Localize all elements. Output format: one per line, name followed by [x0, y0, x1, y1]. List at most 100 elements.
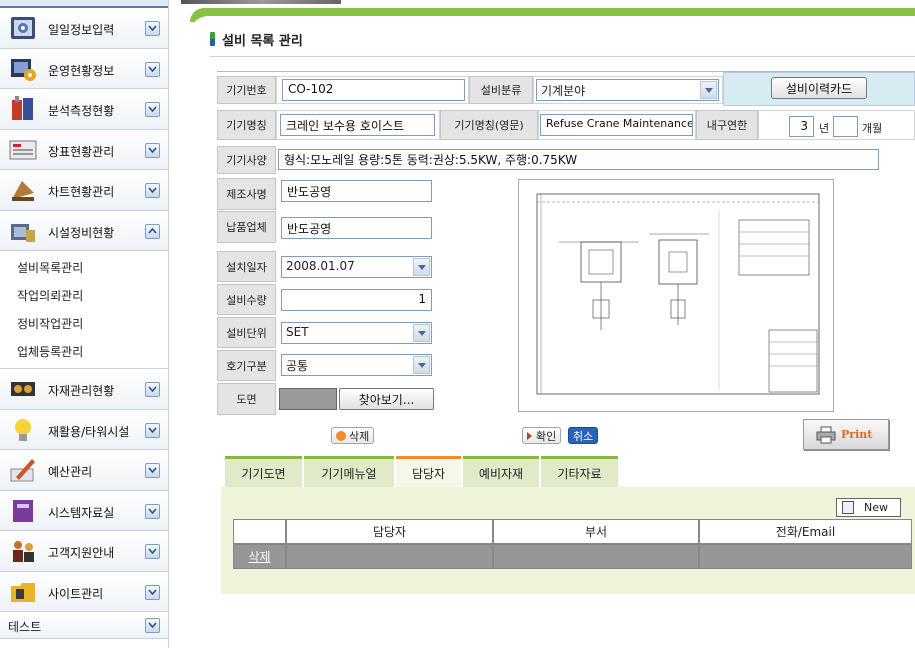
chevron-down-icon[interactable]	[145, 422, 160, 438]
sidebar-item-label: 장표현황관리	[48, 144, 115, 159]
month-unit: 개월	[862, 122, 883, 135]
chevron-down-icon[interactable]	[413, 324, 430, 342]
sidebar-item-reports[interactable]: 장표현황관리	[0, 129, 168, 170]
sidebar-item-label: 예산관리	[48, 465, 93, 479]
submenu-item-work-request[interactable]: 작업의뢰관리	[0, 284, 168, 312]
delete-button[interactable]: 삭제	[331, 427, 375, 444]
browse-button[interactable]: 찾아보기...	[339, 388, 434, 410]
sidebar-item-label: 시설정비현황	[48, 225, 115, 240]
contact-grid: 담당자 부서 전화/Email 삭제	[233, 519, 912, 569]
submenu-item-vendor[interactable]: 업체등록관리	[0, 340, 168, 368]
sidebar-item-site-admin[interactable]: 사이트관리	[0, 571, 168, 612]
print-button[interactable]: Print	[803, 419, 889, 450]
submenu-item-equipment-list[interactable]: 설비목록관리	[0, 256, 168, 284]
sidebar-item-operation-status[interactable]: 운영현황정보	[0, 48, 168, 89]
chevron-down-icon[interactable]	[413, 356, 430, 374]
quantity-label: 설비수량	[217, 284, 276, 315]
chevron-down-icon[interactable]	[145, 183, 160, 198]
tab-person-in-charge[interactable]: 담당자	[396, 456, 461, 487]
tab-equipment-manual[interactable]: 기기메뉴얼	[304, 456, 394, 487]
sidebar-item-test[interactable]: 테스트	[0, 612, 168, 639]
delete-circle-icon	[336, 430, 346, 441]
tab-equipment-drawing[interactable]: 기기도면	[225, 456, 302, 487]
chevron-down-icon[interactable]	[145, 102, 160, 117]
confirm-button[interactable]: 확인	[522, 427, 562, 444]
history-card-button[interactable]: 설비이력카드	[771, 77, 867, 99]
install-date-select[interactable]: 2008.01.07	[281, 256, 432, 278]
durability-years-input[interactable]: 3	[789, 116, 814, 137]
row-dept-cell	[493, 544, 699, 569]
new-button[interactable]: New	[836, 498, 901, 517]
sidebar-item-label: 테스트	[8, 620, 42, 634]
row-name-cell	[286, 544, 493, 569]
flask-icon	[8, 94, 38, 124]
tab-other-materials[interactable]: 기타자료	[541, 456, 618, 487]
sidebar-item-budget[interactable]: 예산관리	[0, 450, 168, 491]
equipment-no-input[interactable]: CO-102	[282, 79, 465, 101]
play-arrow-icon	[527, 431, 532, 440]
name-input[interactable]: 크레인 보수용 호이스트	[280, 114, 435, 136]
chevron-down-icon[interactable]	[145, 21, 160, 36]
chevron-down-icon[interactable]	[145, 618, 160, 633]
report-sheet-icon	[8, 135, 38, 165]
sidebar-item-recycling[interactable]: 재활용/타워시설	[0, 409, 168, 450]
name-en-input[interactable]: Refuse Crane Maintenance	[540, 114, 693, 136]
equipment-form: 기기번호 CO-102 설비분류 기계분야 설비이력카드 기기명칭 크레인 보수…	[217, 71, 915, 416]
people-icon	[8, 536, 38, 566]
spec-label: 기기사양	[217, 146, 276, 174]
supplier-label: 납품업체	[217, 211, 276, 243]
print-button-label: Print	[841, 428, 873, 441]
drawing-preview	[518, 179, 834, 412]
sidebar-item-label: 분석측정현황	[48, 104, 115, 118]
chevron-down-icon[interactable]	[145, 382, 160, 397]
quantity-input[interactable]: 1	[281, 289, 432, 311]
chevron-down-icon[interactable]	[145, 544, 160, 559]
category-select-value: 기계분야	[541, 84, 586, 98]
install-date-value: 2008.01.07	[286, 259, 355, 273]
type-select[interactable]: 공통	[281, 354, 432, 376]
chevron-down-icon[interactable]	[145, 142, 160, 158]
sidebar-item-system-archive[interactable]: 시스템자료실	[0, 490, 168, 531]
sidebar: 일일정보입력 운영현황정보 분석측정현황 장표현황관리 차트현황관리 시설정비현…	[0, 0, 169, 648]
sidebar-item-label: 시스템자료실	[48, 505, 115, 520]
sidebar-item-facility[interactable]: 시설정비현황	[0, 210, 168, 251]
row-delete-link[interactable]: 삭제	[248, 548, 270, 565]
sidebar-item-charts[interactable]: 차트현황관리	[0, 170, 168, 211]
sidebar-item-analysis[interactable]: 분석측정현황	[0, 89, 168, 130]
chevron-down-icon[interactable]	[145, 61, 160, 77]
chevron-down-icon[interactable]	[145, 503, 160, 519]
category-select[interactable]: 기계분야	[536, 79, 719, 101]
spec-input[interactable]: 형식:모노레일 용량:5톤 동력:권상:5.5KW, 주행:0.75KW	[278, 149, 879, 170]
facility-icon	[8, 216, 38, 246]
sidebar-item-label: 운영현황정보	[48, 63, 115, 78]
header-photo-strip	[181, 0, 341, 4]
sidebar-item-materials[interactable]: 자재관리현황	[0, 369, 168, 410]
unit-select[interactable]: SET	[281, 322, 432, 344]
submenu-item-maintenance[interactable]: 정비작업관리	[0, 312, 168, 340]
chevron-down-icon[interactable]	[413, 258, 430, 276]
maker-input[interactable]: 반도공영	[281, 180, 432, 202]
confirm-button-label: 확인	[536, 429, 557, 443]
chevron-down-icon[interactable]	[700, 81, 717, 99]
sidebar-item-label: 사이트관리	[48, 586, 104, 601]
table-row: 삭제	[233, 544, 286, 569]
unit-value: SET	[286, 325, 309, 339]
equipment-no-label: 기기번호	[217, 76, 276, 104]
row-contact-cell	[699, 544, 912, 569]
title-divider	[210, 56, 915, 57]
cancel-button[interactable]: 취소	[568, 427, 599, 444]
drawing-file-field[interactable]	[279, 388, 337, 410]
grid-header-contact: 전화/Email	[699, 519, 912, 544]
sidebar-item-customer-support[interactable]: 고객지원안내	[0, 531, 168, 572]
sidebar-item-daily-input[interactable]: 일일정보입력	[0, 8, 168, 49]
chevron-down-icon[interactable]	[145, 463, 160, 478]
new-button-label: New	[864, 501, 888, 514]
chevron-down-icon[interactable]	[145, 584, 160, 600]
durability-months-input[interactable]	[833, 116, 858, 137]
sidebar-item-label: 재활용/타워시설	[48, 424, 130, 439]
supplier-input[interactable]: 반도공영	[281, 217, 432, 239]
maker-label: 제조사명	[217, 178, 276, 210]
chevron-up-icon[interactable]	[145, 223, 160, 239]
tab-spare-parts[interactable]: 예비자재	[463, 456, 539, 487]
type-value: 공통	[286, 359, 309, 373]
